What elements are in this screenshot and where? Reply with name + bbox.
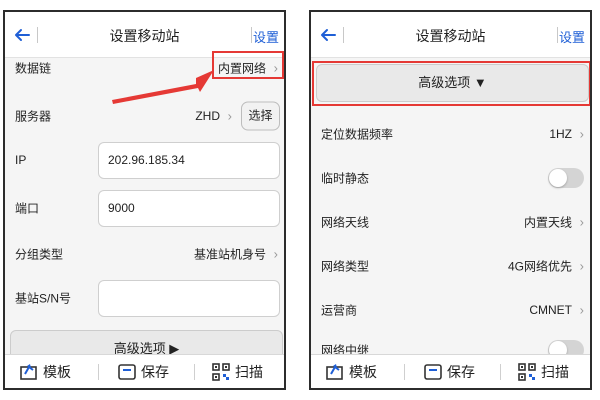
header-divider [557, 27, 558, 43]
settings-list: 高级选项 ▼ 定位数据频率 1HZ › 临时静态 网络天线 内置天线 › 网络类… [311, 58, 590, 354]
temp-static-label: 临时静态 [321, 171, 370, 186]
qr-scan-icon [212, 363, 230, 381]
server-value: ZHD [195, 109, 220, 123]
template-button[interactable]: 模板 [19, 355, 71, 388]
bottom-toolbar: 模板 保存 扫描 [311, 354, 590, 388]
scan-button[interactable]: 扫描 [211, 355, 263, 388]
antenna-value: 内置天线 [523, 215, 572, 230]
data-link-label: 数据链 [15, 61, 52, 76]
chevron-right-icon: › [579, 214, 584, 230]
operator-value: CMNET [529, 303, 572, 317]
template-label: 模板 [43, 364, 71, 380]
freq-label: 定位数据频率 [321, 127, 394, 142]
antenna-label: 网络天线 [321, 215, 370, 230]
advanced-options-button[interactable]: 高级选项 ▶ [10, 330, 283, 354]
net-type-row[interactable]: 网络类型 4G网络优先 › [311, 244, 590, 288]
relay-row: 网络中继 [311, 328, 590, 354]
scan-label: 扫描 [235, 364, 263, 380]
right-phone-screen: 设置移动站 设置 高级选项 ▼ 定位数据频率 1HZ › 临时静态 网络天线 内… [309, 10, 592, 390]
bottom-toolbar: 模板 保存 扫描 [5, 354, 284, 388]
scan-label: 扫描 [541, 364, 569, 380]
toolbar-divider [98, 364, 99, 380]
data-link-row[interactable]: 数据链 内置网络 › [5, 58, 284, 90]
port-input[interactable]: 9000 [98, 190, 280, 227]
settings-button[interactable]: 设置 [253, 27, 279, 46]
relay-toggle[interactable] [548, 340, 584, 354]
server-label: 服务器 [15, 109, 52, 124]
left-phone-screen: 设置移动站 设置 数据链 内置网络 › 服务器 ZHD › 选择 IP 202.… [3, 10, 286, 390]
toolbar-divider [500, 364, 501, 380]
base-sn-label: 基站S/N号 [15, 291, 72, 306]
freq-value: 1HZ [549, 127, 572, 141]
qr-scan-icon [518, 363, 536, 381]
page-title: 设置移动站 [415, 28, 486, 44]
relay-label: 网络中继 [321, 343, 370, 355]
save-label: 保存 [141, 364, 169, 380]
temp-static-toggle[interactable] [548, 168, 584, 188]
toolbar-divider [404, 364, 405, 380]
group-type-value: 基准站机身号 [193, 247, 266, 262]
chevron-right-icon: › [273, 246, 278, 262]
chevron-right-icon: › [579, 126, 584, 142]
server-row: 服务器 ZHD › 选择 [5, 94, 284, 138]
toolbar-divider [194, 364, 195, 380]
settings-list: 数据链 内置网络 › 服务器 ZHD › 选择 IP 202.96.185.34… [5, 58, 284, 354]
template-icon [20, 364, 37, 380]
operator-row[interactable]: 运营商 CMNET › [311, 288, 590, 332]
chevron-right-icon: › [579, 258, 584, 274]
chevron-right-icon: › [579, 302, 584, 318]
save-icon [424, 364, 442, 380]
header-divider [251, 27, 252, 43]
save-button[interactable]: 保存 [117, 355, 169, 388]
template-label: 模板 [349, 364, 377, 380]
chevron-right-icon: › [227, 108, 232, 124]
group-type-label: 分组类型 [15, 247, 64, 262]
net-type-value: 4G网络优先 [507, 259, 572, 274]
save-button[interactable]: 保存 [423, 355, 475, 388]
ip-label: IP [15, 153, 27, 167]
operator-label: 运营商 [321, 303, 358, 318]
choose-server-button[interactable]: 选择 [241, 101, 280, 131]
freq-row[interactable]: 定位数据频率 1HZ › [311, 112, 590, 156]
app-header: 设置移动站 设置 [311, 12, 590, 58]
app-header: 设置移动站 设置 [5, 12, 284, 58]
net-type-label: 网络类型 [321, 259, 370, 274]
save-icon [118, 364, 136, 380]
base-sn-input[interactable] [98, 280, 280, 317]
save-label: 保存 [447, 364, 475, 380]
template-button[interactable]: 模板 [325, 355, 377, 388]
chevron-right-icon: › [273, 60, 278, 76]
antenna-row[interactable]: 网络天线 内置天线 › [311, 200, 590, 244]
temp-static-row: 临时静态 [311, 156, 590, 200]
group-type-row[interactable]: 分组类型 基准站机身号 › [5, 232, 284, 276]
page-title: 设置移动站 [109, 28, 180, 44]
data-link-value: 内置网络 [217, 61, 266, 76]
port-label: 端口 [15, 201, 40, 216]
scan-button[interactable]: 扫描 [517, 355, 569, 388]
settings-button[interactable]: 设置 [559, 27, 585, 46]
ip-input[interactable]: 202.96.185.34 [98, 142, 280, 179]
advanced-options-button[interactable]: 高级选项 ▼ [316, 64, 589, 102]
template-icon [326, 364, 343, 380]
